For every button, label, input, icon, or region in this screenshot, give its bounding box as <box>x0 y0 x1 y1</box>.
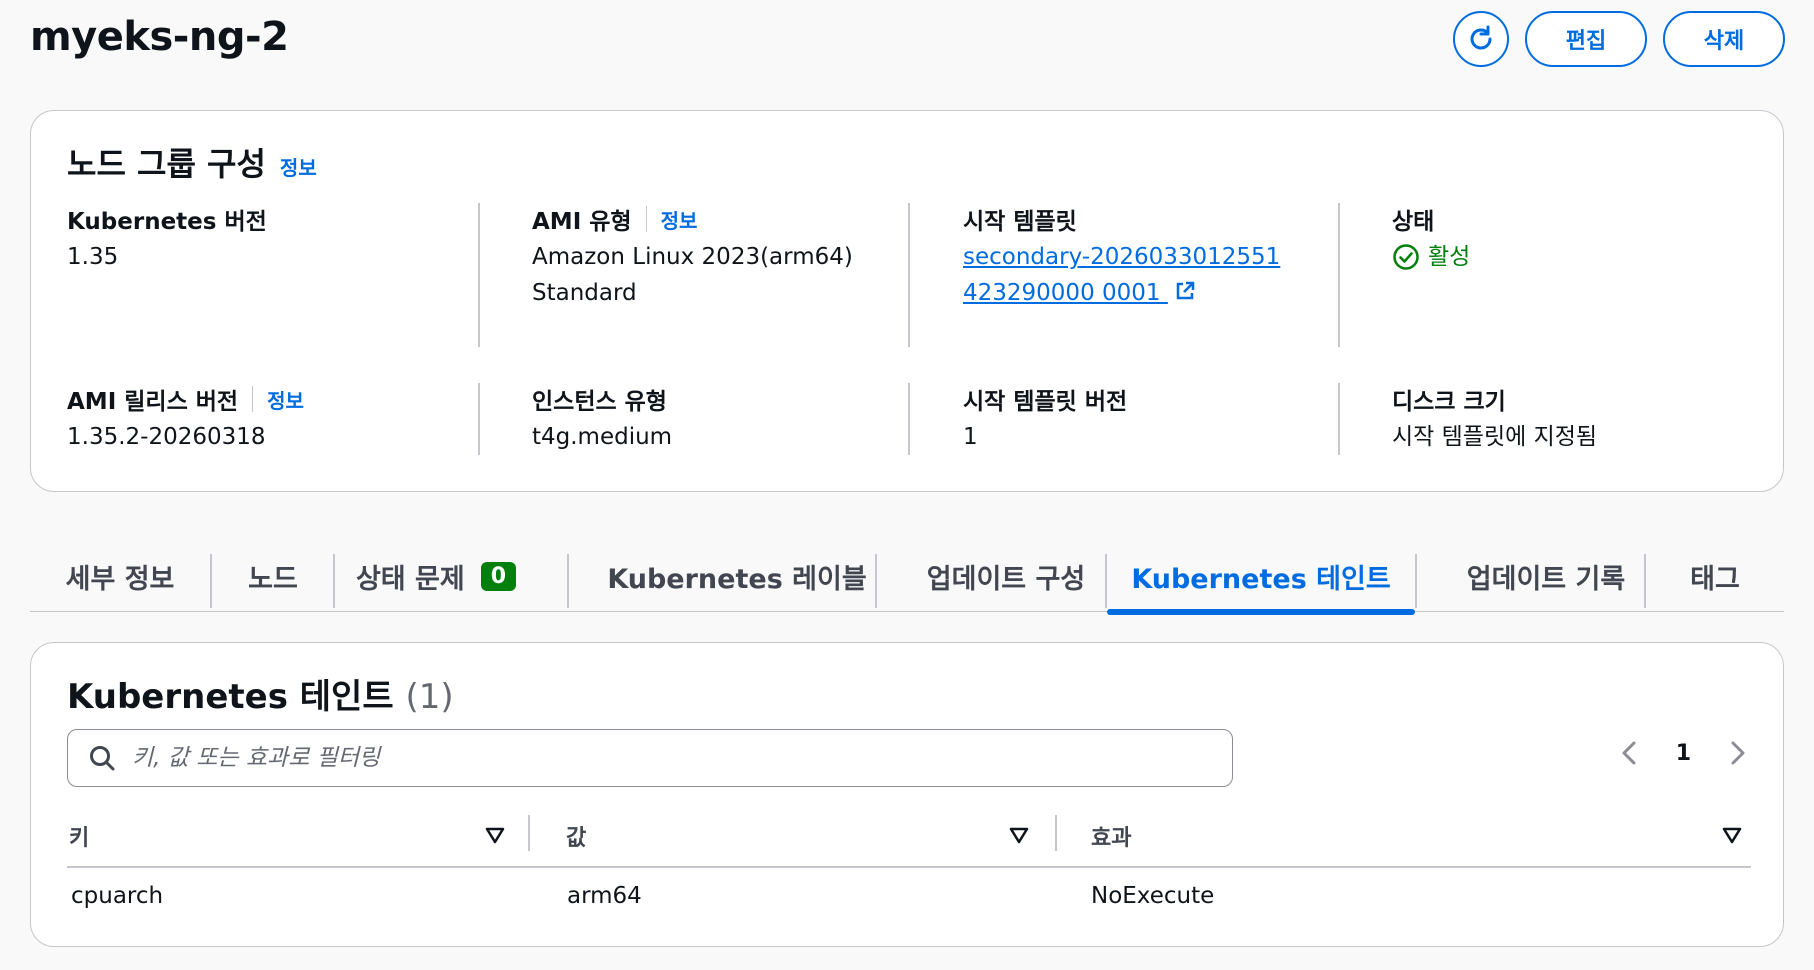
column-divider <box>908 203 910 347</box>
tab-k8s-labels[interactable]: Kubernetes 레이블 <box>569 540 905 612</box>
table-cell-key: cpuarch <box>71 883 164 909</box>
config-title: 노드 그룹 구성 정보 <box>67 139 317 185</box>
disk-size-value: 시작 템플릿에 지정됨 <box>1392 424 1598 450</box>
taints-title: Kubernetes 테인트 (1) <box>67 669 454 718</box>
status-value-row: 활성 <box>1392 239 1792 275</box>
label-separator <box>645 206 647 232</box>
launch-template-link-text: secondary-2026033012551423290000 0001 <box>963 244 1281 306</box>
lt-version-label: 시작 템플릿 버전 <box>963 389 1128 415</box>
pagination: 1 <box>1620 739 1747 767</box>
prev-page-button[interactable] <box>1620 739 1638 767</box>
table-header-divider <box>67 866 1751 868</box>
tab-update-history[interactable]: 업데이트 기록 <box>1417 540 1675 612</box>
chevron-left-icon <box>1622 741 1636 765</box>
column-divider <box>478 203 480 347</box>
k8s-version-field: Kubernetes 버전 1.35 <box>67 203 467 275</box>
chevron-right-icon <box>1731 741 1745 765</box>
instance-type-label: 인스턴스 유형 <box>532 389 667 415</box>
delete-button[interactable]: 삭제 <box>1663 11 1785 67</box>
status-value: 활성 <box>1428 244 1471 270</box>
tab-health-issues[interactable]: 상태 문제 0 <box>335 540 537 612</box>
launch-template-link[interactable]: secondary-2026033012551423290000 0001 <box>963 239 1293 311</box>
search-input[interactable] <box>132 745 1132 771</box>
refresh-button[interactable] <box>1453 11 1509 67</box>
tab-k8s-taints[interactable]: Kubernetes 테인트 <box>1107 540 1415 615</box>
lt-version-field: 시작 템플릿 버전 1 <box>963 383 1363 455</box>
header-actions: 편집 삭제 <box>1453 11 1785 67</box>
instance-type-value: t4g.medium <box>532 424 673 450</box>
ami-release-field: AMI 릴리스 버전 정보 1.35.2-20260318 <box>67 383 467 455</box>
ami-release-label-row: AMI 릴리스 버전 정보 <box>67 383 467 415</box>
ami-type-field: AMI 유형 정보 Amazon Linux 2023(arm64) Stand… <box>532 203 932 311</box>
tab-update-config[interactable]: 업데이트 구성 <box>877 540 1135 612</box>
table-cell-value: arm64 <box>567 883 642 909</box>
lt-version-value: 1 <box>963 424 978 450</box>
ami-type-value: Amazon Linux 2023(arm64) Standard <box>532 239 932 311</box>
table-cell-effect: NoExecute <box>1091 883 1215 909</box>
tab-details[interactable]: 세부 정보 <box>30 540 210 612</box>
tab-tags[interactable]: 태그 <box>1646 540 1784 612</box>
column-header-effect[interactable]: 효과 <box>1091 811 1131 861</box>
refresh-icon <box>1470 25 1492 50</box>
column-divider <box>1338 383 1340 455</box>
taints-card: Kubernetes 테인트 (1) 1 키 값 효과 <box>30 642 1784 947</box>
next-page-button[interactable] <box>1729 739 1747 767</box>
label-separator <box>252 386 254 412</box>
launch-template-value: secondary-2026033012551423290000 0001 <box>963 239 1363 311</box>
disk-size-label: 디스크 크기 <box>1392 389 1506 415</box>
sort-down-icon[interactable] <box>484 825 506 845</box>
ami-release-value: 1.35.2-20260318 <box>67 424 266 450</box>
page-title: myeks-ng-2 <box>30 14 289 60</box>
sort-down-icon[interactable] <box>1008 825 1030 845</box>
health-issues-count-badge: 0 <box>480 561 517 591</box>
node-group-config-card: 노드 그룹 구성 정보 Kubernetes 버전 1.35 AMI 유형 정보… <box>30 110 1784 492</box>
sort-down-icon[interactable] <box>1721 825 1743 845</box>
column-header-value[interactable]: 값 <box>566 811 586 861</box>
disk-size-field: 디스크 크기 시작 템플릿에 지정됨 <box>1392 383 1792 455</box>
check-circle-icon <box>1393 244 1419 270</box>
taints-search[interactable] <box>67 729 1233 787</box>
k8s-version-label: Kubernetes 버전 <box>67 209 267 235</box>
config-info-link[interactable]: 정보 <box>280 152 317 181</box>
taints-title-text: Kubernetes 테인트 <box>67 677 394 717</box>
tab-nodes[interactable]: 노드 <box>212 540 334 612</box>
ami-type-value-line2: Standard <box>532 280 637 306</box>
column-separator <box>528 815 530 851</box>
edit-button[interactable]: 편집 <box>1525 11 1647 67</box>
column-header-key[interactable]: 키 <box>69 811 89 861</box>
ami-type-label-row: AMI 유형 정보 <box>532 203 932 235</box>
ami-type-value-line1: Amazon Linux 2023(arm64) <box>532 244 853 270</box>
ami-type-info-link[interactable]: 정보 <box>661 205 698 234</box>
search-icon <box>90 746 115 771</box>
column-divider <box>478 383 480 455</box>
tab-health-issues-label: 상태 문제 <box>355 563 465 595</box>
taints-count: (1) <box>405 677 454 717</box>
column-separator <box>1055 815 1057 851</box>
launch-template-field: 시작 템플릿 secondary-2026033012551423290000 … <box>963 203 1363 311</box>
external-link-icon <box>1176 281 1195 300</box>
column-divider <box>1338 203 1340 347</box>
k8s-version-value: 1.35 <box>67 244 119 270</box>
current-page[interactable]: 1 <box>1676 741 1691 766</box>
instance-type-field: 인스턴스 유형 t4g.medium <box>532 383 932 455</box>
column-divider <box>908 383 910 455</box>
status-label: 상태 <box>1392 209 1435 235</box>
status-field: 상태 활성 <box>1392 203 1792 275</box>
launch-template-label: 시작 템플릿 <box>963 209 1077 235</box>
ami-type-label: AMI 유형 <box>532 209 632 235</box>
tab-bar: 세부 정보 노드 상태 문제 0 Kubernetes 레이블 업데이트 구성 … <box>30 540 1784 615</box>
ami-release-info-link[interactable]: 정보 <box>267 385 304 414</box>
config-title-text: 노드 그룹 구성 <box>67 145 266 183</box>
ami-release-label: AMI 릴리스 버전 <box>67 389 239 415</box>
